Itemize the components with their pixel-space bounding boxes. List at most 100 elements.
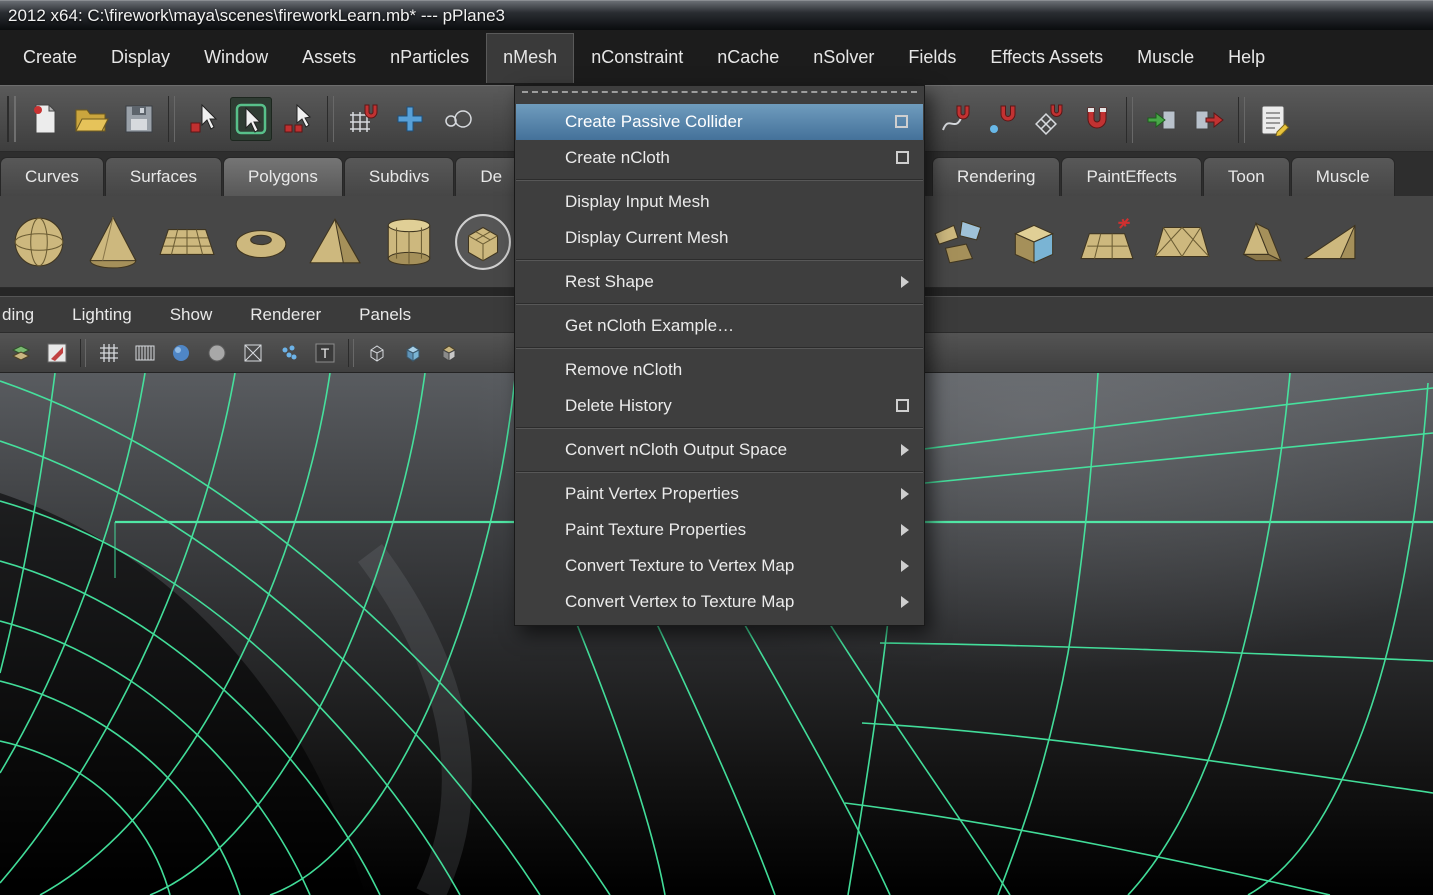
- menu-help[interactable]: Help: [1211, 33, 1282, 82]
- nmesh-convert-vertex-to-texture-map[interactable]: Convert Vertex to Texture Map: [515, 584, 924, 620]
- menu-ncache[interactable]: nCache: [700, 33, 796, 82]
- menu-assets[interactable]: Assets: [285, 33, 373, 82]
- svg-text:T: T: [321, 345, 330, 361]
- menu-item-label: Convert nCloth Output Space: [565, 440, 788, 459]
- menu-window[interactable]: Window: [187, 33, 285, 82]
- nmesh-create-ncloth[interactable]: Create nCloth: [515, 140, 924, 176]
- nmesh-display-input-mesh[interactable]: Display Input Mesh: [515, 184, 924, 220]
- texture-letter-icon[interactable]: T: [310, 338, 340, 368]
- menu-muscle[interactable]: Muscle: [1120, 33, 1211, 82]
- menu-separator: [516, 179, 923, 181]
- toolbar-right-group: [935, 86, 1295, 153]
- poly-sphere-icon[interactable]: [4, 205, 74, 279]
- toolbar-separator: [168, 95, 175, 142]
- menu-fields[interactable]: Fields: [891, 33, 973, 82]
- poly-prism-icon[interactable]: [1221, 205, 1291, 279]
- select-by-hierarchy-icon[interactable]: [183, 97, 225, 141]
- panel-menu-panels[interactable]: Panels: [340, 305, 430, 325]
- select-by-object-type-icon[interactable]: [230, 96, 272, 141]
- smooth-mesh-icon[interactable]: [448, 205, 518, 279]
- layers-icon[interactable]: [6, 338, 36, 368]
- menu-display[interactable]: Display: [94, 33, 187, 82]
- menu-nsolver[interactable]: nSolver: [796, 33, 891, 82]
- menu-separator: [516, 347, 923, 349]
- textured-cube-icon[interactable]: [434, 338, 464, 368]
- submenu-arrow-icon: [901, 560, 909, 572]
- shelf-tab-polygons[interactable]: Polygons: [222, 157, 343, 196]
- menu-nmesh[interactable]: nMesh: [486, 32, 575, 83]
- nmesh-dropdown-menu: Create Passive Collider Create nCloth Di…: [514, 85, 925, 626]
- new-scene-icon[interactable]: [24, 97, 66, 141]
- open-scene-icon[interactable]: [71, 97, 113, 141]
- poly-cone-icon[interactable]: [78, 205, 148, 279]
- panel-menu-lighting[interactable]: Lighting: [53, 305, 151, 325]
- save-scene-icon[interactable]: [118, 97, 160, 141]
- nmesh-get-ncloth-example[interactable]: Get nCloth Example…: [515, 308, 924, 344]
- nmesh-paint-texture-properties[interactable]: Paint Texture Properties: [515, 512, 924, 548]
- poly-pipe-icon[interactable]: [374, 205, 444, 279]
- tearoff-handle[interactable]: [522, 91, 917, 101]
- film-gate-icon[interactable]: [130, 338, 160, 368]
- panel-menu-renderer[interactable]: Renderer: [231, 305, 340, 325]
- menu-create[interactable]: Create: [6, 33, 94, 82]
- xray-icon[interactable]: [238, 338, 268, 368]
- menu-effects-assets[interactable]: Effects Assets: [973, 33, 1120, 82]
- shelf-tab-curves[interactable]: Curves: [0, 157, 104, 196]
- poly-wedge-icon[interactable]: [1295, 205, 1365, 279]
- nmesh-display-current-mesh[interactable]: Display Current Mesh: [515, 220, 924, 256]
- option-box-icon[interactable]: [896, 399, 909, 412]
- shelf-tab-painteffects[interactable]: PaintEffects: [1061, 157, 1202, 196]
- nmesh-delete-history[interactable]: Delete History: [515, 388, 924, 424]
- menu-separator: [516, 259, 923, 261]
- poly-triangulate-icon[interactable]: [1147, 205, 1217, 279]
- nmesh-paint-vertex-properties[interactable]: Paint Vertex Properties: [515, 476, 924, 512]
- option-box-icon[interactable]: [896, 151, 909, 164]
- menu-nparticles[interactable]: nParticles: [373, 33, 486, 82]
- output-connections-icon[interactable]: [1188, 98, 1230, 142]
- window-titlebar[interactable]: 2012 x64: C:\firework\maya\scenes\firewo…: [0, 0, 1433, 30]
- wireframe-cube-icon[interactable]: [362, 338, 392, 368]
- snap-to-view-planes-icon[interactable]: [1029, 98, 1071, 142]
- menu-item-label: Display Input Mesh: [565, 192, 710, 211]
- snap-to-curves-icon[interactable]: [935, 98, 977, 142]
- poly-plane-icon[interactable]: [152, 205, 222, 279]
- shaded-sphere-icon[interactable]: [166, 338, 196, 368]
- shelf-tab-surfaces[interactable]: Surfaces: [104, 157, 222, 196]
- shelf-tab-muscle[interactable]: Muscle: [1290, 157, 1395, 196]
- nmesh-remove-ncloth[interactable]: Remove nCloth: [515, 352, 924, 388]
- snap-to-grids-icon[interactable]: [342, 97, 384, 141]
- shelf-tab-rendering[interactable]: Rendering: [932, 157, 1061, 196]
- shelf-tab-subdivs[interactable]: Subdivs: [343, 157, 455, 196]
- particles-icon[interactable]: [274, 338, 304, 368]
- nmesh-create-passive-collider[interactable]: Create Passive Collider: [516, 104, 923, 140]
- panel-menu-shading-partial[interactable]: ding: [0, 305, 53, 325]
- poly-poke-icon[interactable]: [1073, 205, 1143, 279]
- toolbar-separator: [1126, 96, 1133, 143]
- shelf-tab-toon[interactable]: Toon: [1202, 157, 1290, 196]
- input-connections-icon[interactable]: [1141, 98, 1183, 142]
- poly-pyramid-icon[interactable]: [300, 205, 370, 279]
- paint-icon[interactable]: [42, 338, 72, 368]
- menu-item-label: Rest Shape: [565, 272, 654, 291]
- submenu-arrow-icon: [901, 444, 909, 456]
- panel-menu-show[interactable]: Show: [151, 305, 232, 325]
- nmesh-rest-shape[interactable]: Rest Shape: [515, 264, 924, 300]
- paint-select-icon[interactable]: [436, 97, 478, 141]
- nmesh-convert-texture-to-vertex-map[interactable]: Convert Texture to Vertex Map: [515, 548, 924, 584]
- select-by-component-icon[interactable]: [277, 97, 319, 141]
- menu-nconstraint[interactable]: nConstraint: [574, 33, 700, 82]
- option-box-icon[interactable]: [895, 115, 908, 128]
- poly-torus-icon[interactable]: [226, 205, 296, 279]
- nmesh-convert-ncloth-output-space[interactable]: Convert nCloth Output Space: [515, 432, 924, 468]
- construction-history-icon[interactable]: [1253, 98, 1295, 142]
- crosshair-icon[interactable]: [389, 97, 431, 141]
- poly-shatter-icon[interactable]: [925, 205, 995, 279]
- menu-item-label: Create Passive Collider: [565, 112, 743, 131]
- snap-to-points-icon[interactable]: [982, 98, 1024, 142]
- shaded-cube-icon[interactable]: [398, 338, 428, 368]
- toolbar-grip[interactable]: [7, 95, 16, 142]
- grid-icon[interactable]: [94, 338, 124, 368]
- make-object-live-icon[interactable]: [1076, 98, 1118, 142]
- flat-sphere-icon[interactable]: [202, 338, 232, 368]
- poly-cube-icon[interactable]: [999, 205, 1069, 279]
